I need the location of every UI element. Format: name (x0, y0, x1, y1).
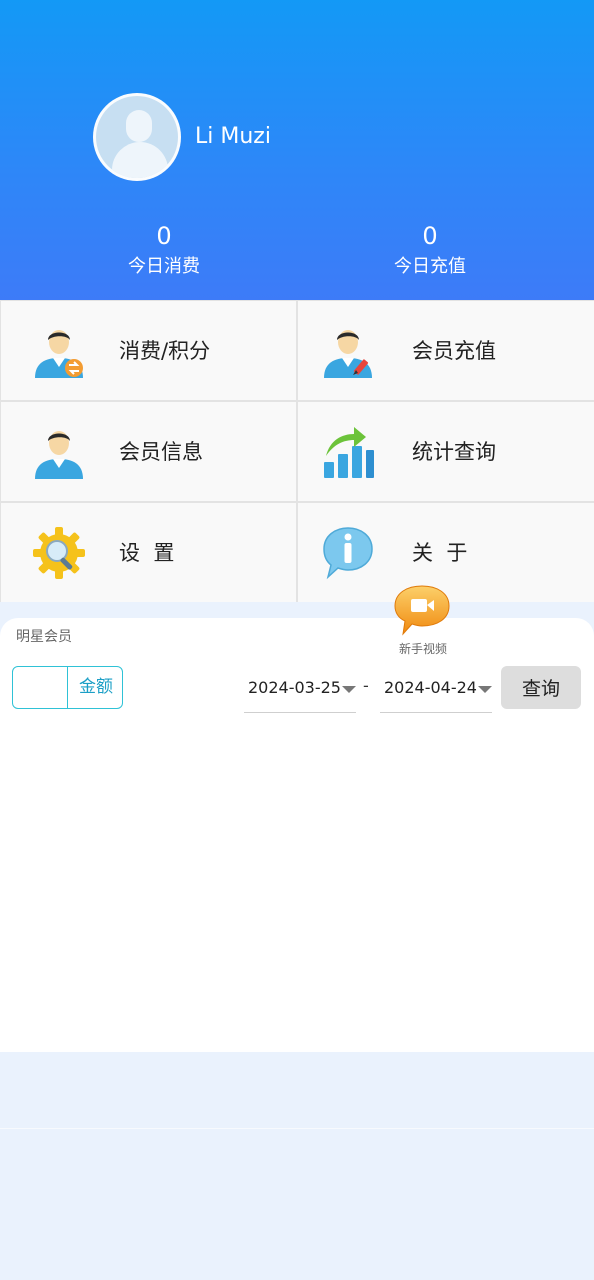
start-date-picker[interactable]: 2024-03-25 (244, 670, 356, 713)
bar-chart-icon (324, 427, 374, 478)
today-consume-stat: 0 今日消费 (64, 220, 264, 282)
menu-item-member-info[interactable]: 会员信息 (1, 402, 296, 501)
avatar-head-shape (126, 110, 152, 142)
today-recharge-value: 0 (422, 222, 438, 250)
today-recharge-label: 今日充值 (394, 256, 466, 277)
today-recharge-stat: 0 今日充值 (330, 220, 530, 282)
info-icon (323, 527, 373, 580)
member-type-label: 明星会员 (16, 629, 72, 645)
start-date-value: 2024-03-25 (248, 678, 341, 697)
amount-label: 金额 (79, 677, 113, 697)
avatar[interactable] (93, 93, 181, 181)
menu-item-label: 会员充值 (412, 339, 496, 363)
video-camera-icon (394, 585, 450, 636)
today-consume-value: 0 (156, 222, 172, 250)
menu-item-member-recharge[interactable]: 会员充值 (298, 301, 594, 400)
member-exchange-icon (35, 330, 83, 378)
end-date-picker[interactable]: 2024-04-24 (380, 670, 492, 713)
member-edit-icon (324, 330, 372, 378)
username: Li Muzi (195, 124, 271, 149)
menu-item-label: 会员信息 (119, 440, 203, 464)
avatar-body-shape (112, 142, 168, 178)
chevron-down-icon (478, 686, 492, 693)
menu-item-statistics-query[interactable]: 统计查询 (298, 402, 594, 501)
amount-field-group: 金额 (12, 666, 123, 709)
menu-item-label: 统计查询 (412, 440, 496, 464)
menu-item-label: 设 置 (119, 541, 175, 565)
menu-item-label: 消费/积分 (119, 339, 211, 363)
newbie-video-button[interactable]: 新手视频 (388, 584, 458, 660)
menu-item-consume-points[interactable]: 消费/积分 (1, 301, 296, 400)
newbie-video-label: 新手视频 (398, 642, 447, 656)
gear-icon (33, 527, 85, 579)
menu-grid: 消费/积分 会员充值 会员信息 统计查询 设 置 关 于 (0, 300, 594, 602)
today-consume-label: 今日消费 (128, 256, 200, 277)
chevron-down-icon (342, 686, 356, 693)
menu-item-settings[interactable]: 设 置 (1, 503, 296, 602)
member-icon (35, 431, 83, 479)
date-separator: - (363, 676, 369, 695)
amount-input[interactable] (13, 667, 68, 708)
profile-header: Li Muzi 0 今日消费 0 今日充值 (0, 0, 594, 300)
end-date-value: 2024-04-24 (384, 678, 477, 697)
query-button[interactable]: 查询 (501, 666, 581, 709)
divider (0, 1128, 594, 1129)
